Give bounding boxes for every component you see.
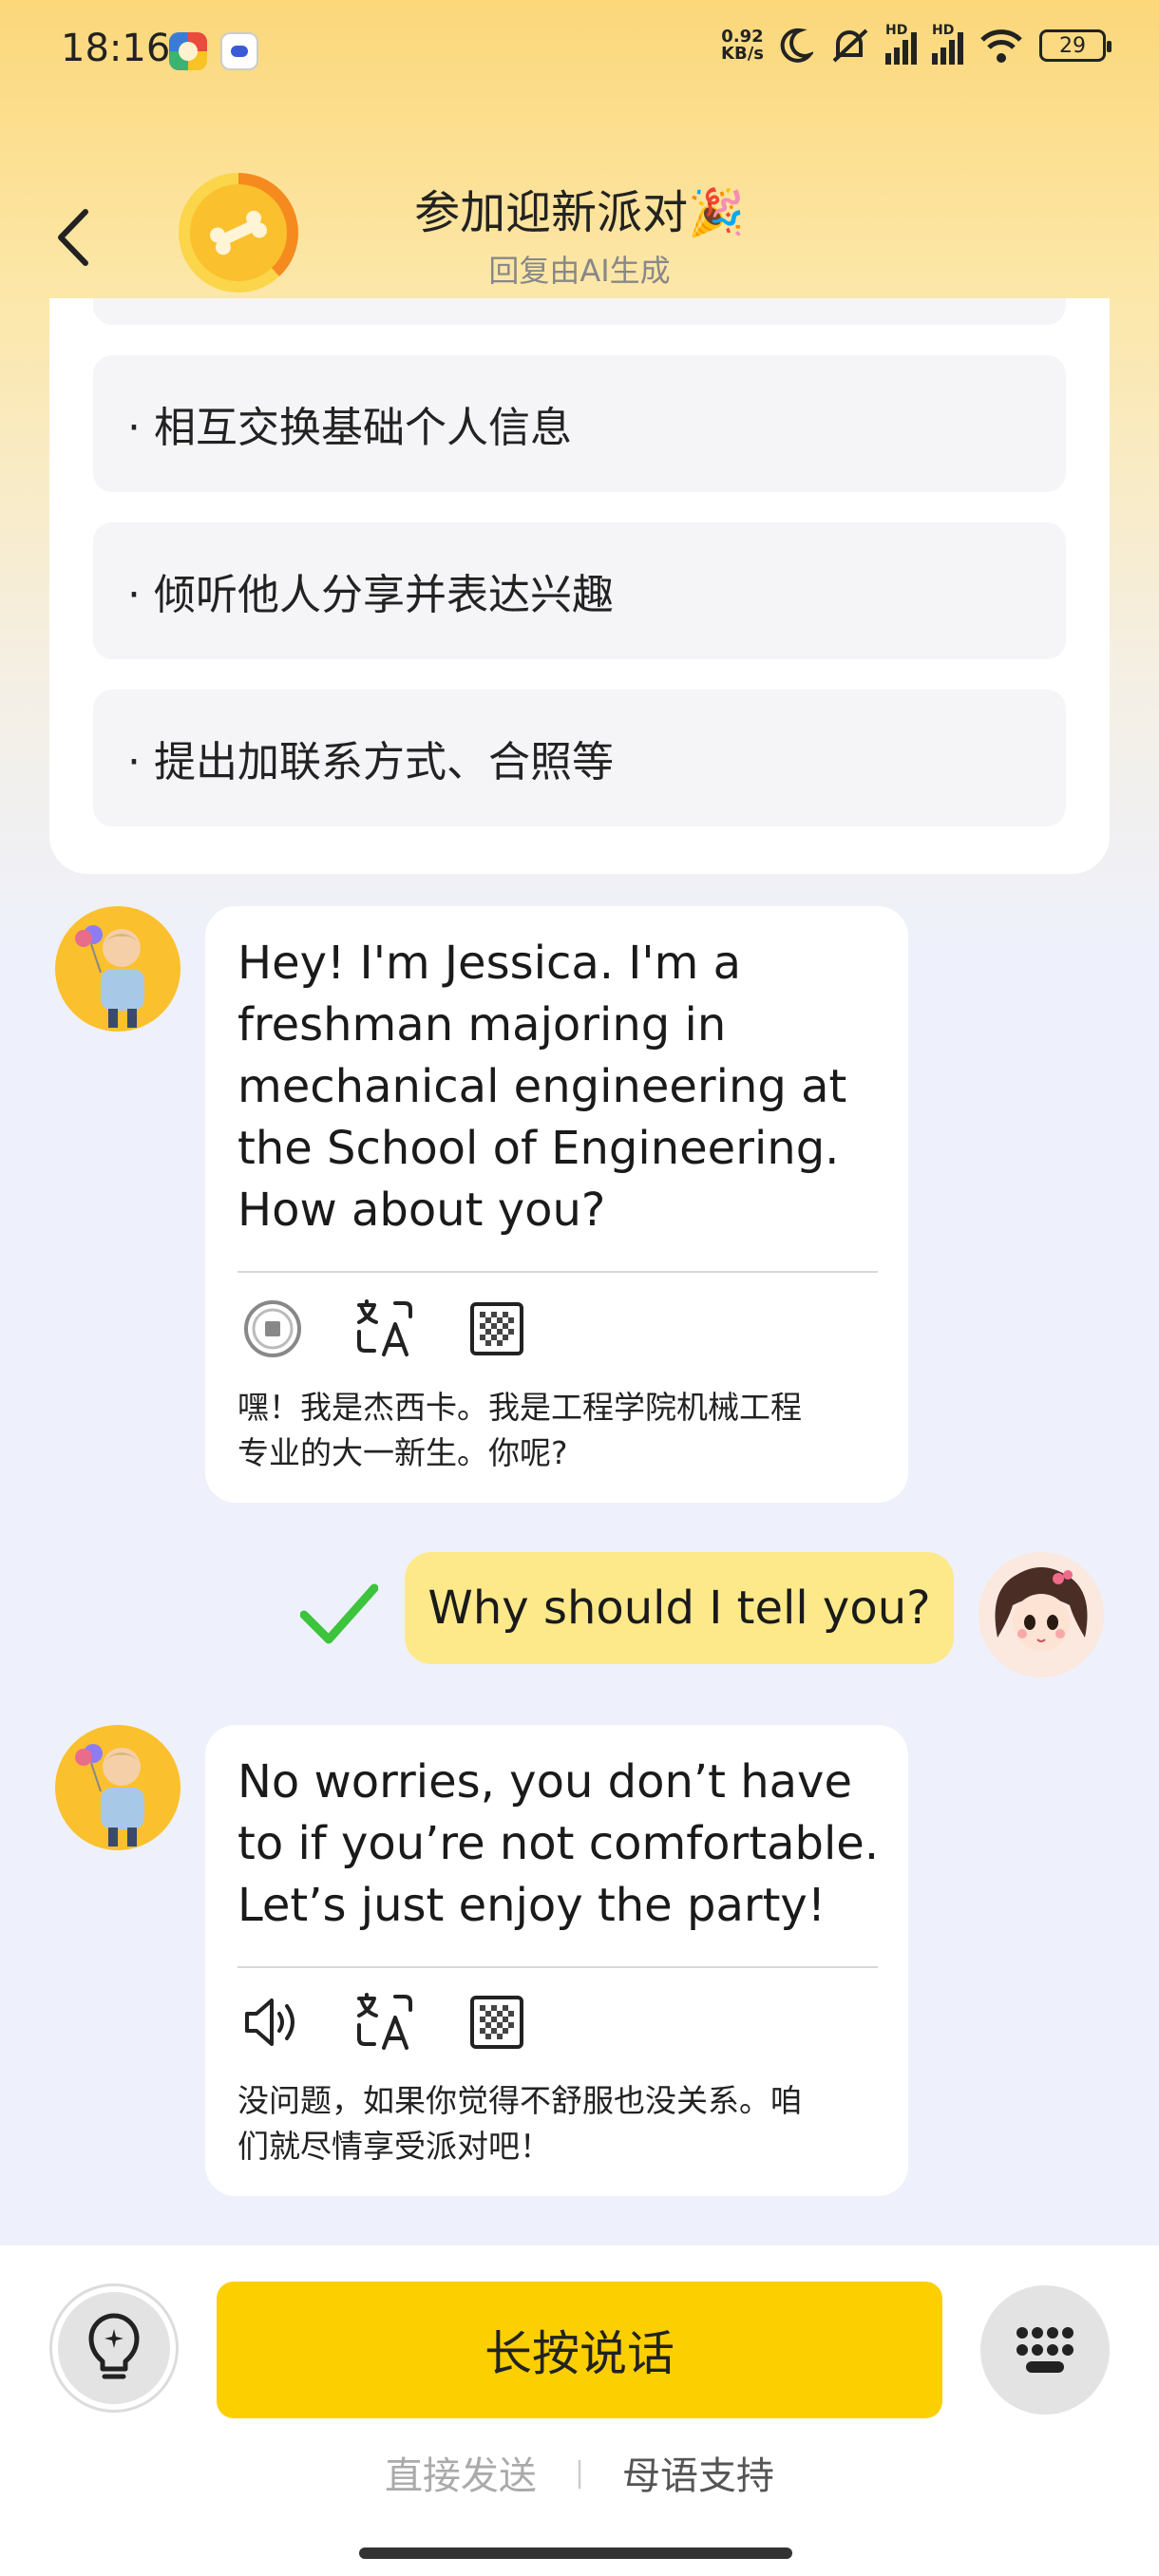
signal-2-label: HD [932,23,955,38]
battery-level: 29 [1059,33,1086,58]
input-bar: 长按说话 直接发送 | 母语支持 [0,2245,1159,2576]
network-speed: 0.92 KB/s [721,28,764,63]
grid-icon[interactable] [466,1297,528,1360]
mute-icon [832,28,868,63]
bottom-links: 直接发送 | 母语支持 [0,2445,1159,2500]
signal-2: HD [932,23,963,65]
signal-1: HD [885,23,917,65]
wifi-icon [980,29,1022,63]
translate-icon[interactable] [353,1991,416,2054]
status-bar: 18:16 0.92 KB/s HD HD 29 [0,0,1159,104]
app-notification-icon-2 [220,32,258,70]
message-line: the School of Engineering. [238,1122,840,1175]
bot-message-bubble: No worries, you don’t have to if you’re … [205,1725,908,2196]
task-item: · 倾听他人分享并表达兴趣 [93,522,1066,659]
translation-line: 没问题，如果你觉得不舒服也没关系。咱 [238,2082,802,2119]
message-translation: 嘿！我是杰西卡。我是工程学院机械工程 专业的大一新生。你呢? [238,1385,870,1476]
message-tools [241,1297,528,1360]
direct-send-link[interactable]: 直接发送 [385,2445,537,2500]
native-support-link[interactable]: 母语支持 [622,2445,774,2500]
home-indicator[interactable] [359,2548,792,2559]
hint-button[interactable] [49,2283,179,2413]
chat-header: 参加迎新派对🎉 回复由AI生成 [0,152,1159,313]
message-line: Let’s just enjoy the party! [238,1879,826,1932]
network-speed-unit: KB/s [721,44,764,64]
divider [238,1966,878,1968]
stop-icon[interactable] [241,1297,304,1360]
bot-avatar[interactable] [55,906,180,1032]
task-item: · 提出加联系方式、合照等 [93,690,1066,826]
moon-icon [780,28,813,63]
lightbulb-icon [88,2313,140,2379]
bot-message-bubble: Hey! I'm Jessica. I'm a freshman majorin… [205,906,908,1503]
task-card: · 相互交换基础个人信息 · 倾听他人分享并表达兴趣 · 提出加联系方式、合照等 [49,298,1110,874]
check-icon [300,1583,378,1644]
message-line: How about you? [238,1184,606,1237]
message-tools [241,1991,528,2054]
message-line: freshman majoring in [238,998,727,1051]
status-time: 18:16 [61,27,171,70]
signal-1-label: HD [885,23,908,38]
keyboard-button[interactable] [980,2285,1110,2415]
message-line: Hey! I'm Jessica. I'm a [238,937,742,990]
link-separator: | [574,2455,585,2490]
grid-icon[interactable] [466,1991,528,2054]
translation-line: 们就尽情享受派对吧！ [238,2128,551,2165]
bot-avatar[interactable] [55,1725,180,1850]
message-translation: 没问题，如果你觉得不舒服也没关系。咱 们就尽情享受派对吧！ [238,2078,870,2169]
keyboard-icon [1016,2327,1074,2373]
page-subtitle: 回复由AI生成 [488,253,671,289]
message-text: Hey! I'm Jessica. I'm a freshman majorin… [238,933,846,1241]
battery-indicator: 29 [1039,29,1112,62]
app-notification-icon [169,32,207,70]
message-line: mechanical engineering at [238,1060,847,1113]
message-line: to if you’re not comfortable. [238,1817,880,1870]
hold-to-talk-button[interactable]: 长按说话 [217,2282,942,2418]
user-message-bubble: Why should I tell you? [405,1552,954,1664]
page-title: 参加迎新派对🎉 [414,186,745,239]
divider [238,1271,878,1273]
task-item-partial [93,298,1066,325]
status-indicators: 0.92 KB/s HD HD 29 [721,23,1112,65]
translate-icon[interactable] [353,1297,416,1360]
task-item: · 相互交换基础个人信息 [93,355,1066,492]
speaker-icon[interactable] [241,1991,304,2054]
message-text: No worries, you don’t have to if you’re … [238,1752,879,1937]
user-avatar[interactable] [978,1552,1104,1677]
translation-line: 嘿！我是杰西卡。我是工程学院机械工程 [238,1389,802,1426]
message-line: No worries, you don’t have [238,1755,852,1809]
translation-line: 专业的大一新生。你呢? [238,1434,568,1471]
